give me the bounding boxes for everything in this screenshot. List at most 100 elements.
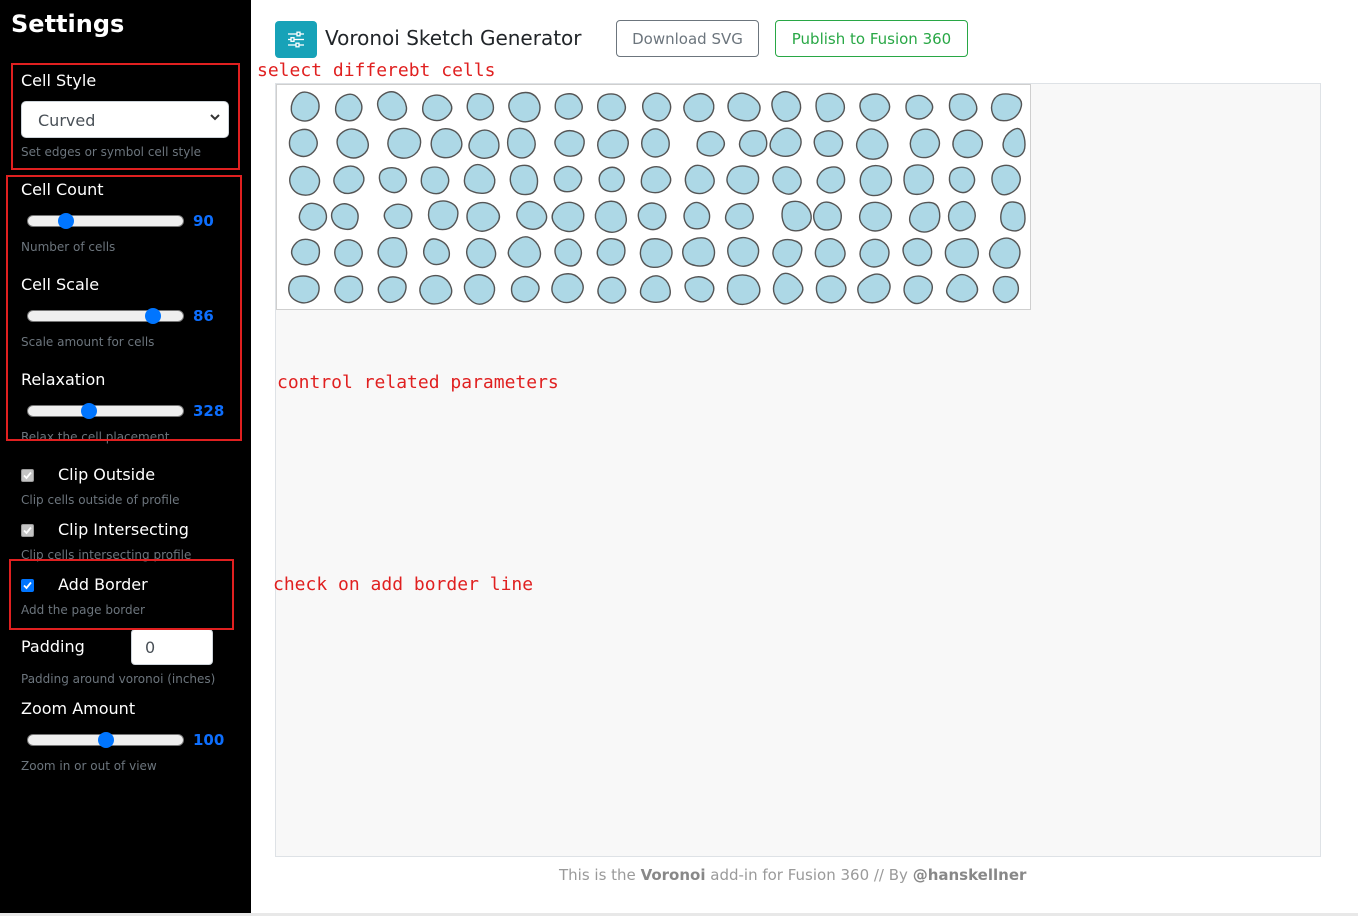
- voronoi-cell: [421, 94, 453, 122]
- voronoi-cell: [858, 201, 893, 232]
- zoom-thumb[interactable]: [97, 732, 114, 748]
- clip-outside-label: Clip Outside: [58, 465, 156, 484]
- voronoi-cell: [724, 202, 754, 230]
- voronoi-cell: [466, 93, 495, 121]
- padding-help: Padding around voronoi (inches): [21, 672, 216, 686]
- voronoi-cell: [952, 129, 984, 159]
- voronoi-cell: [290, 91, 320, 122]
- voronoi-cell: [465, 237, 497, 269]
- voronoi-cell: [948, 93, 978, 121]
- voronoi-cell: [812, 201, 842, 231]
- voronoi-cell: [905, 94, 934, 120]
- voronoi-cell: [554, 238, 583, 267]
- voronoi-cell: [334, 239, 363, 267]
- voronoi-cell: [859, 93, 891, 122]
- voronoi-cell: [466, 201, 501, 232]
- voronoi-cell: [639, 238, 673, 269]
- annotation-box-cell-style: [11, 63, 240, 170]
- voronoi-cell: [336, 128, 370, 159]
- voronoi-cell: [738, 129, 768, 157]
- voronoi-cell: [1002, 127, 1026, 158]
- voronoi-cell: [769, 127, 802, 158]
- voronoi-cell: [597, 276, 627, 304]
- voronoi-cell: [640, 128, 670, 158]
- voronoi-preview[interactable]: [276, 84, 1031, 310]
- voronoi-cell: [463, 163, 496, 195]
- voronoi-cell: [597, 129, 629, 159]
- voronoi-cell: [855, 128, 889, 160]
- voronoi-cell: [726, 274, 761, 306]
- voronoi-cell: [639, 275, 671, 304]
- voronoi-cell: [903, 275, 934, 305]
- voronoi-cell: [726, 165, 760, 195]
- voronoi-cell: [598, 166, 625, 193]
- voronoi-cell: [908, 201, 941, 233]
- voronoi-cell: [1000, 201, 1026, 232]
- voronoi-cell: [944, 237, 979, 269]
- voronoi-cell: [298, 202, 328, 231]
- padding-label: Padding: [21, 637, 85, 656]
- voronoi-cell: [814, 237, 846, 268]
- zoom-slider[interactable]: [27, 730, 184, 750]
- voronoi-cell: [506, 127, 536, 159]
- voronoi-cell: [594, 200, 628, 234]
- voronoi-cell: [510, 275, 540, 303]
- padding-input[interactable]: 0: [131, 629, 213, 665]
- voronoi-cell: [507, 236, 542, 268]
- voronoi-svg: [288, 90, 1026, 306]
- voronoi-cell: [771, 90, 802, 122]
- voronoi-cell: [288, 128, 318, 158]
- voronoi-cell: [684, 276, 715, 303]
- clip-intersecting-label: Clip Intersecting: [58, 520, 189, 539]
- voronoi-cell: [551, 201, 585, 233]
- voronoi-cell: [430, 127, 463, 159]
- voronoi-cell: [387, 127, 422, 159]
- voronoi-cell: [813, 130, 844, 158]
- voronoi-cell: [333, 165, 365, 195]
- voronoi-cell: [596, 93, 627, 122]
- voronoi-cell: [419, 274, 453, 305]
- footer-author-link[interactable]: @hanskellner: [913, 866, 1027, 884]
- voronoi-cell: [289, 165, 321, 196]
- zoom-help: Zoom in or out of view: [21, 759, 157, 773]
- voronoi-cell: [420, 166, 450, 195]
- voronoi-cell: [637, 202, 667, 231]
- voronoi-cell: [640, 165, 672, 194]
- voronoi-cell: [516, 200, 548, 230]
- voronoi-cell: [551, 273, 584, 304]
- publish-fusion-button[interactable]: Publish to Fusion 360: [775, 20, 968, 57]
- clip-outside-checkbox[interactable]: [21, 469, 34, 482]
- annotation-select-cells: select differebt cells: [257, 60, 496, 81]
- annotation-box-add-border: [9, 559, 234, 630]
- voronoi-cell: [554, 129, 585, 157]
- voronoi-cell: [642, 92, 672, 122]
- zoom-label: Zoom Amount: [21, 699, 136, 718]
- voronoi-cell: [815, 92, 846, 123]
- voronoi-cell: [468, 129, 500, 159]
- voronoi-cell: [727, 236, 760, 267]
- download-svg-button[interactable]: Download SVG: [616, 20, 759, 57]
- voronoi-cell: [334, 93, 363, 122]
- voronoi-cell: [378, 166, 408, 194]
- clip-intersecting-checkbox[interactable]: [21, 524, 34, 537]
- voronoi-cell: [683, 92, 715, 123]
- voronoi-cell: [902, 237, 933, 267]
- app-title: Voronoi Sketch Generator: [325, 26, 582, 50]
- voronoi-cell: [988, 237, 1021, 269]
- voronoi-cell: [991, 164, 1021, 196]
- voronoi-cell: [781, 200, 812, 232]
- voronoi-cell: [383, 203, 413, 230]
- voronoi-cell: [330, 203, 359, 231]
- annotation-control-params: control related parameters: [277, 372, 559, 393]
- voronoi-cell: [772, 166, 802, 195]
- annotation-add-border: check on add border line: [273, 574, 534, 595]
- voronoi-cell: [859, 238, 890, 268]
- padding-value: 0: [145, 638, 156, 657]
- annotation-box-parameters: [6, 175, 242, 441]
- voronoi-cell: [463, 274, 496, 305]
- voronoi-cell: [683, 201, 711, 230]
- voronoi-cell: [945, 273, 979, 303]
- voronoi-cell: [859, 164, 893, 197]
- voronoi-cell: [909, 128, 941, 159]
- voronoi-cell: [422, 238, 451, 266]
